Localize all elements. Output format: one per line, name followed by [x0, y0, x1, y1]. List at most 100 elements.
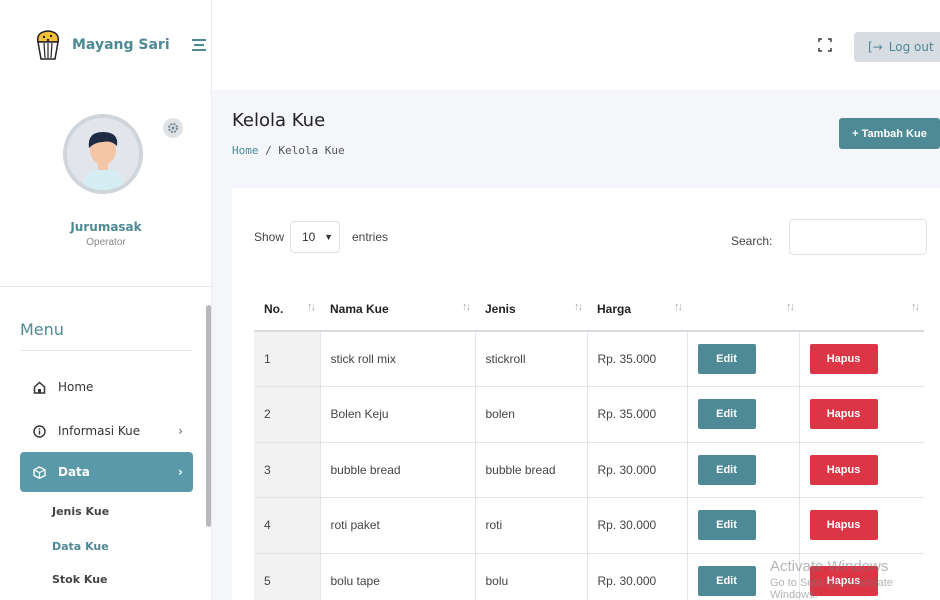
sort-icon: ↑↓ — [462, 301, 471, 313]
logout-icon: [→ — [868, 40, 883, 54]
add-kue-button[interactable]: + Tambah Kue — [839, 118, 940, 149]
brand-name[interactable]: Mayang Sari — [72, 37, 170, 53]
edit-button[interactable]: Edit — [697, 399, 756, 430]
search-label: Search: — [731, 234, 773, 248]
sidebar-item-label: Data — [58, 465, 90, 479]
column-header-edit[interactable]: ↑↓ — [687, 288, 799, 332]
column-header-nama-kue[interactable]: Nama Kue ↑↓ — [320, 288, 475, 332]
brand: Mayang Sari — [0, 0, 211, 90]
entries-label: entries — [352, 230, 389, 244]
show-label: Show — [254, 230, 285, 244]
table-row: 5 bolu tape bolu Rp. 30.000 Edit Hapus — [254, 553, 924, 600]
avatar — [63, 114, 143, 194]
sidebar-item-label: Home — [58, 380, 94, 394]
cell-nama-kue: bubble bread — [320, 442, 476, 498]
cell-jenis: bolu — [475, 553, 588, 600]
length-value: 10 — [302, 230, 316, 244]
breadcrumb-separator: / — [258, 144, 279, 157]
menu-toggle-icon[interactable] — [191, 39, 206, 51]
edit-button[interactable]: Edit — [697, 454, 756, 485]
cell-nama-kue: Bolen Keju — [320, 386, 476, 443]
home-icon — [32, 380, 46, 394]
cell-nama-kue: bolu tape — [320, 553, 476, 600]
delete-button[interactable]: Hapus — [809, 454, 878, 485]
cell-harga: Rp. 30.000 — [587, 497, 688, 554]
column-header-no[interactable]: No. ↑↓ — [254, 288, 320, 332]
cell-edit: Edit — [687, 442, 800, 498]
logout-button[interactable]: [→ Log out — [854, 32, 940, 62]
cell-edit: Edit — [687, 497, 800, 554]
sort-icon: ↑↓ — [574, 301, 583, 313]
column-header-hapus[interactable]: ↑↓ — [799, 288, 924, 332]
entries-length-select[interactable]: 10 ▼ — [290, 221, 340, 253]
table-header-row: No. ↑↓ Nama Kue ↑↓ Jenis ↑↓ Harga ↑↓ ↑↓ ↑↓ — [254, 288, 924, 332]
cell-harga: Rp. 35.000 — [587, 331, 688, 387]
profile-panel: Jurumasak Operator — [0, 92, 212, 287]
chevron-right-icon: › — [178, 465, 183, 479]
sidebar-item-data[interactable]: Data › — [20, 452, 193, 492]
sidebar-item-label: Informasi Kue — [58, 424, 141, 438]
fullscreen-icon[interactable] — [818, 38, 832, 52]
table-row: 1 stick roll mix stickroll Rp. 35.000 Ed… — [254, 331, 924, 387]
data-table-card: Show 10 ▼ entries Search: No. ↑↓ Nama Kue… — [232, 188, 940, 600]
column-header-harga[interactable]: Harga ↑↓ — [587, 288, 687, 332]
muffin-logo-icon — [34, 28, 62, 62]
table-row: 2 Bolen Keju bolen Rp. 35.000 Edit Hapus — [254, 386, 924, 443]
breadcrumb-home[interactable]: Home — [232, 144, 259, 157]
info-icon — [32, 424, 46, 438]
cell-harga: Rp. 30.000 — [587, 442, 688, 498]
edit-button[interactable]: Edit — [697, 344, 756, 374]
table-row: 3 bubble bread bubble bread Rp. 30.000 E… — [254, 442, 924, 498]
logout-label: Log out — [888, 40, 934, 54]
cell-edit: Edit — [687, 553, 800, 600]
cell-hapus: Hapus — [799, 553, 924, 600]
cell-hapus: Hapus — [799, 442, 924, 498]
cell-hapus: Hapus — [799, 386, 924, 443]
sidebar-item-home[interactable]: Home — [20, 367, 193, 407]
cell-nama-kue: stick roll mix — [320, 331, 476, 387]
delete-button[interactable]: Hapus — [809, 399, 878, 430]
box-icon — [32, 465, 46, 479]
table-row: 4 roti paket roti Rp. 30.000 Edit Hapus — [254, 497, 924, 554]
column-header-jenis[interactable]: Jenis ↑↓ — [475, 288, 587, 332]
cell-harga: Rp. 30.000 — [587, 553, 688, 600]
submenu-jenis-kue[interactable]: Jenis Kue — [52, 505, 109, 518]
cell-hapus: Hapus — [799, 331, 924, 387]
profile-role: Operator — [86, 237, 126, 248]
divider — [20, 350, 193, 351]
cell-jenis: bolen — [475, 386, 588, 443]
delete-button[interactable]: Hapus — [809, 344, 878, 374]
cell-no: 3 — [254, 442, 321, 498]
delete-button[interactable]: Hapus — [809, 565, 878, 596]
breadcrumb-current: Kelola Kue — [278, 144, 345, 157]
cell-hapus: Hapus — [799, 497, 924, 554]
menu-title: Menu — [20, 320, 64, 339]
cell-edit: Edit — [687, 331, 800, 387]
sidebar-scrollbar[interactable] — [206, 305, 211, 527]
sort-icon: ↑↓ — [786, 301, 795, 313]
page-title: Kelola Kue — [232, 110, 326, 131]
edit-button[interactable]: Edit — [697, 510, 756, 541]
cell-no: 1 — [254, 331, 321, 387]
profile-name: Jurumasak — [70, 220, 142, 234]
cell-edit: Edit — [687, 386, 800, 443]
sidebar-item-informasi-kue[interactable]: Informasi Kue › — [20, 411, 193, 451]
chevron-down-icon: ▼ — [324, 232, 333, 242]
cell-no: 5 — [254, 553, 321, 600]
kue-table: No. ↑↓ Nama Kue ↑↓ Jenis ↑↓ Harga ↑↓ ↑↓ ↑↓ 1… — [254, 288, 924, 600]
sidebar: Mayang Sari Jurumasak Operator Menu Home — [0, 0, 212, 600]
search-input[interactable] — [789, 219, 927, 255]
topbar: [→ Log out — [212, 0, 940, 90]
cell-harga: Rp. 35.000 — [587, 386, 688, 443]
edit-button[interactable]: Edit — [697, 565, 756, 596]
cell-no: 4 — [254, 497, 321, 554]
delete-button[interactable]: Hapus — [809, 510, 878, 541]
cell-nama-kue: roti paket — [320, 497, 476, 554]
gear-icon[interactable] — [163, 118, 183, 138]
sort-icon: ↑↓ — [674, 301, 683, 313]
submenu-data-kue[interactable]: Data Kue — [52, 540, 109, 553]
cell-jenis: bubble bread — [475, 442, 588, 498]
chevron-right-icon: › — [178, 424, 183, 438]
breadcrumb: Home / Kelola Kue — [232, 144, 345, 157]
submenu-stok-kue[interactable]: Stok Kue — [52, 573, 108, 586]
